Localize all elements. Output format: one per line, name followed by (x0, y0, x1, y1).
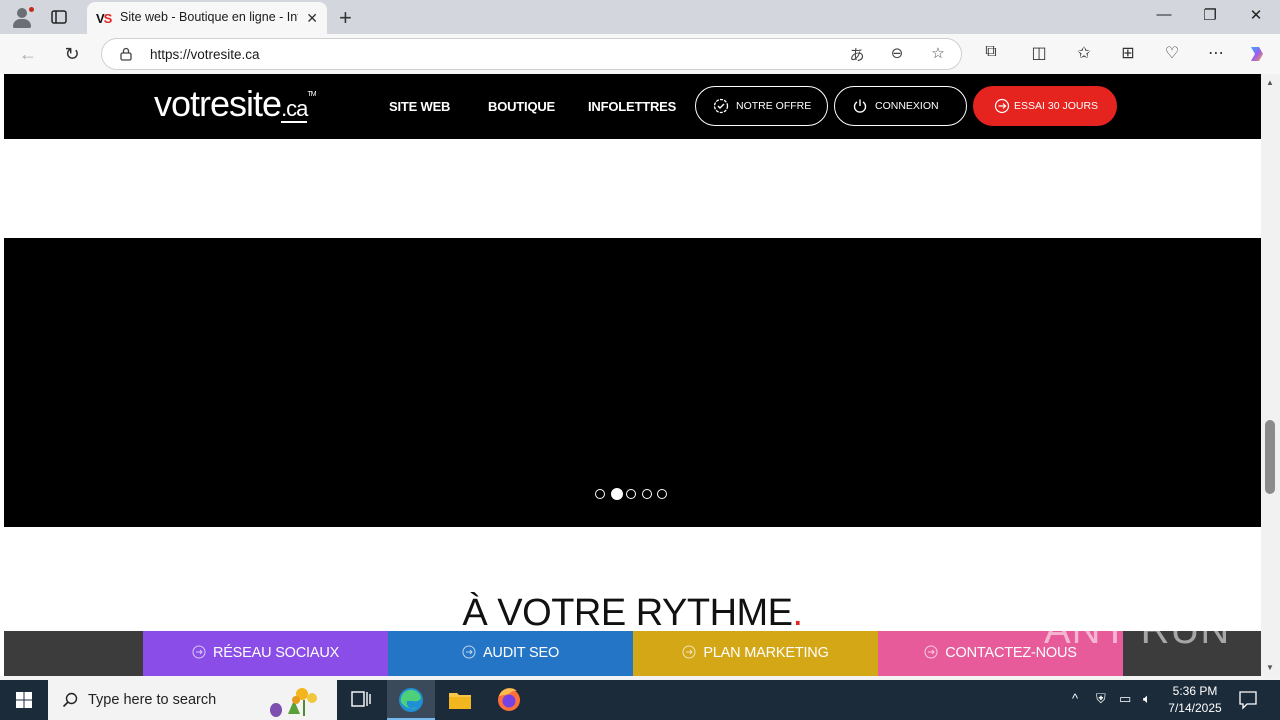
lock-icon[interactable] (119, 47, 133, 61)
notifications-icon[interactable] (1226, 680, 1270, 720)
site-favicon: VS (96, 11, 112, 26)
scrollbar-thumb[interactable] (1265, 420, 1275, 494)
bottom-bar-label: PLAN MARKETING (703, 645, 829, 661)
arrow-circle-icon (994, 98, 1010, 114)
slider-dot-4[interactable] (641, 489, 652, 499)
taskbar-edge[interactable] (387, 680, 435, 720)
hero-slider (4, 238, 1261, 527)
browser-essentials-icon[interactable]: ♡ (1160, 43, 1184, 63)
arrow-circle-icon (462, 645, 476, 659)
favorites-icon[interactable]: ✩ (1072, 43, 1096, 63)
arrow-circle-icon (682, 645, 696, 659)
profile-icon[interactable] (11, 6, 35, 28)
restore-icon[interactable]: ❐ (1200, 6, 1220, 24)
page-viewport: votresite.caTM SITE WEB BOUTIQUE INFOLET… (0, 74, 1280, 676)
translate-icon[interactable]: あ (846, 44, 868, 65)
more-menu-icon[interactable]: ⋯ (1204, 43, 1228, 63)
task-view-icon[interactable] (337, 680, 385, 720)
essai-label: ESSAI 30 JOURS (1014, 100, 1099, 112)
file-explorer-icon[interactable] (436, 680, 484, 720)
minimize-icon[interactable]: — (1154, 6, 1174, 23)
show-hidden-icons-icon[interactable]: ^ (1072, 691, 1078, 706)
close-tab-icon[interactable]: ✕ (306, 10, 318, 27)
essai-30-jours-button[interactable]: ESSAI 30 JOURS (973, 86, 1117, 126)
slider-dot-1[interactable] (595, 489, 605, 499)
bottom-bar-item-3[interactable]: PLAN MARKETING (633, 631, 878, 676)
connexion-button[interactable]: CONNEXION (834, 86, 967, 126)
site-logo[interactable]: votresite.caTM (154, 83, 317, 125)
bottom-bar-label: RÉSEAU SOCIAUX (212, 645, 340, 661)
url-text[interactable]: https://votresite.ca (150, 47, 260, 62)
nav-infolettres[interactable]: INFOLETTRES (588, 99, 676, 114)
network-icon[interactable]: ▭ (1119, 691, 1131, 707)
site-header: votresite.caTM SITE WEB BOUTIQUE INFOLET… (4, 74, 1261, 139)
taskbar-search[interactable]: Type here to search (48, 680, 337, 720)
address-bar[interactable]: https://votresite.ca あ ⊖ ☆ (101, 38, 962, 70)
volume-icon[interactable]: 🔈︎ (1143, 691, 1151, 707)
extensions-icon[interactable]: ⧉ (979, 43, 1003, 61)
firefox-icon[interactable] (485, 680, 533, 720)
arrow-circle-icon (192, 645, 206, 659)
taskbar-clock[interactable]: 5:36 PM 7/14/2025 (1168, 683, 1222, 717)
check-badge-icon (713, 98, 729, 114)
search-highlight-art-icon (270, 688, 317, 717)
security-tray-icon[interactable]: ⛨ (1096, 691, 1106, 707)
power-icon (853, 99, 867, 113)
windows-start-icon[interactable] (0, 680, 48, 720)
clock-date: 7/14/2025 (1168, 701, 1222, 715)
browser-toolbar: ← ↻ https://votresite.ca あ ⊖ ☆ ⧉ ◫ ✩ ⊞ ♡… (0, 34, 1280, 74)
edge-icon (399, 688, 423, 712)
notre-offre-label: NOTRE OFFRE (736, 100, 812, 112)
browser-tab[interactable]: VS Site web - Boutique en ligne - Info ✕ (87, 2, 327, 34)
web-page: votresite.caTM SITE WEB BOUTIQUE INFOLET… (4, 74, 1261, 676)
slider-dot-3[interactable] (626, 489, 636, 499)
windows-taskbar: Type here to search ^ ⛨ ▭ 🔈︎ 5:36 PM 7/1… (0, 680, 1280, 720)
page-scrollbar[interactable]: ▲ ▼ (1261, 74, 1280, 676)
reading-mode-icon[interactable]: ⊖ (886, 44, 908, 62)
back-icon[interactable]: ← (16, 42, 40, 66)
search-placeholder: Type here to search (88, 692, 217, 708)
new-tab-icon[interactable]: + (339, 5, 352, 31)
search-icon (62, 692, 78, 708)
copilot-icon[interactable] (1246, 43, 1268, 65)
slider-dot-2[interactable] (610, 488, 623, 500)
tab-actions-icon[interactable] (50, 8, 68, 26)
clock-time: 5:36 PM (1172, 684, 1218, 698)
split-screen-icon[interactable]: ◫ (1027, 43, 1051, 63)
connexion-label: CONNEXION (875, 100, 939, 112)
refresh-icon[interactable]: ↻ (60, 42, 84, 66)
anyrun-watermark: ANY RUN (1044, 608, 1231, 652)
browser-tab-strip: VS Site web - Boutique en ligne - Info ✕… (0, 0, 1280, 34)
scroll-down-icon[interactable]: ▼ (1266, 663, 1274, 672)
bottom-bar-item-2[interactable]: AUDIT SEO (388, 631, 633, 676)
arrow-circle-icon (924, 645, 938, 659)
bottom-bar-item-1[interactable]: RÉSEAU SOCIAUX (143, 631, 388, 676)
bottom-bar-label: AUDIT SEO (482, 645, 560, 661)
favorite-star-icon[interactable]: ☆ (927, 44, 949, 62)
notre-offre-button[interactable]: NOTRE OFFRE (695, 86, 828, 126)
nav-site-web[interactable]: SITE WEB (389, 99, 450, 114)
close-window-icon[interactable]: ✕ (1246, 6, 1266, 24)
collections-icon[interactable]: ⊞ (1116, 43, 1140, 63)
scroll-up-icon[interactable]: ▲ (1266, 78, 1274, 87)
slider-dot-5[interactable] (657, 489, 667, 499)
nav-boutique[interactable]: BOUTIQUE (488, 99, 555, 114)
tab-title: Site web - Boutique en ligne - Info (120, 10, 298, 24)
